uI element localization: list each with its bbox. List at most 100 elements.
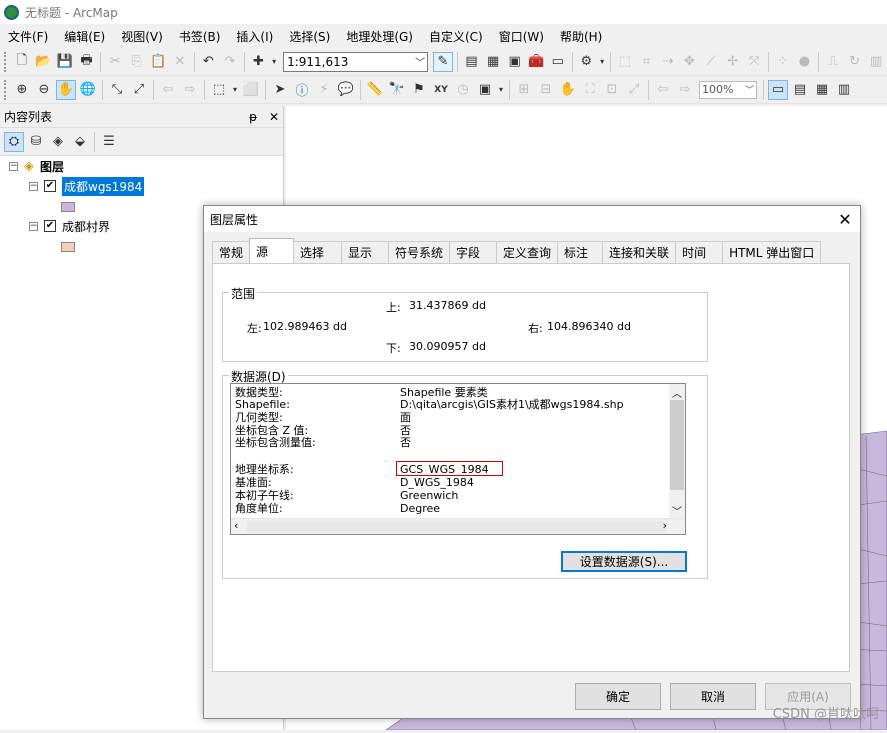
list-by-source-icon[interactable]: ⛁ (26, 132, 46, 152)
attributes-icon[interactable]: ⤧ (744, 52, 764, 72)
collapse-icon[interactable]: − (29, 221, 38, 231)
catalog-icon[interactable]: ▦ (483, 52, 503, 72)
layer-symbol-swatch[interactable] (61, 242, 75, 252)
fixed-zoom-out-icon[interactable]: ⤢ (129, 80, 149, 100)
chevron-down-icon[interactable]: ▾ (497, 80, 505, 100)
menu-bookmarks[interactable]: 书签(B) (171, 28, 229, 45)
layout-pan-icon[interactable]: ✋ (558, 80, 578, 100)
model-builder-icon[interactable]: ⚙ (577, 52, 597, 72)
list-by-visibility-icon[interactable]: ◈ (48, 132, 68, 152)
add-data-icon[interactable]: ✚ (249, 52, 269, 72)
zoom-100-icon[interactable]: ⊡ (602, 80, 622, 100)
forward-extent-icon[interactable]: ⇨ (180, 80, 200, 100)
menu-help[interactable]: 帮助(H) (552, 28, 610, 45)
sphere-icon[interactable]: ● (795, 52, 815, 72)
layer-name[interactable]: 成都村界 (62, 218, 110, 235)
chevron-down-icon[interactable]: ▾ (598, 52, 606, 72)
refresh-icon[interactable]: ↻ (845, 52, 865, 72)
options-icon[interactable]: ☰ (99, 132, 119, 152)
split-icon[interactable]: ⟋ (701, 52, 721, 72)
tab-general[interactable]: 常规 (212, 241, 251, 263)
chevron-down-icon[interactable]: ﹀ (415, 54, 425, 69)
full-extent-icon[interactable]: 🌐 (78, 80, 98, 100)
cancel-button[interactable]: 取消 (670, 683, 756, 710)
chevron-down-icon[interactable]: ▾ (231, 80, 239, 100)
tab-time[interactable]: 时间 (675, 241, 724, 263)
delete-icon[interactable]: ✕ (170, 52, 190, 72)
cut-polygon-icon[interactable]: ✥ (680, 52, 700, 72)
fixed-zoom-in-icon[interactable]: ⤡ (107, 80, 127, 100)
table-of-contents-icon[interactable]: ▤ (462, 52, 482, 72)
zoom-in-icon[interactable]: ⊕ (12, 80, 32, 100)
tree-root-layers[interactable]: − ◈ 图层 (9, 157, 64, 175)
toggle-draft-mode-icon[interactable]: ▭ (768, 79, 788, 100)
edit-tool-icon[interactable]: ⬚ (615, 52, 635, 72)
chevron-down-icon[interactable]: ﹀ (672, 503, 682, 518)
measure-icon[interactable]: 📏 (365, 80, 385, 100)
chevron-left-icon[interactable]: ‹ (234, 519, 238, 532)
create-viewer-icon[interactable]: ▣ (475, 80, 495, 100)
close-icon[interactable]: ✕ (830, 210, 860, 229)
set-data-source-button[interactable]: 设置数据源(S)... (561, 551, 687, 572)
python-window-icon[interactable]: ▭ (548, 52, 568, 72)
tab-symbology[interactable]: 符号系统 (388, 241, 451, 263)
change-layout-icon[interactable]: ▦ (812, 80, 832, 100)
menu-selection[interactable]: 选择(S) (281, 28, 338, 45)
select-features-icon[interactable]: ⬚ (209, 80, 229, 100)
rotate-icon[interactable]: ✢ (723, 52, 743, 72)
toolbar-grip[interactable] (4, 79, 8, 100)
edit-vertices-icon[interactable]: ⌗ (637, 52, 657, 72)
menu-view[interactable]: 视图(V) (113, 28, 171, 45)
tab-selection[interactable]: 选择 (293, 241, 343, 263)
scrollbar-thumb[interactable] (247, 521, 667, 532)
georef-icon[interactable]: ⎍ (823, 52, 843, 72)
layer-symbol-swatch[interactable] (61, 202, 75, 212)
layout-zoom-out-icon[interactable]: ⊟ (536, 80, 556, 100)
layer-row-chengdu-village[interactable]: − ✔ 成都村界 (29, 217, 110, 235)
ok-button[interactable]: 确定 (575, 683, 661, 710)
menu-geoprocessing[interactable]: 地理处理(G) (338, 28, 421, 45)
find-icon[interactable]: 🔭 (387, 80, 407, 100)
collapse-icon[interactable]: − (9, 161, 18, 171)
close-icon[interactable]: ✕ (269, 110, 279, 124)
tab-source[interactable]: 源 (249, 238, 295, 263)
paste-icon[interactable]: 📋 (148, 52, 168, 72)
layer-name-selected[interactable]: 成都wgs1984 (62, 176, 145, 196)
zoom-whole-page-icon[interactable]: ⛶ (580, 80, 600, 100)
identify-icon[interactable]: ⓘ (292, 80, 312, 100)
layer-visibility-checkbox[interactable]: ✔ (44, 180, 56, 192)
layout-fixed-zoom-icon[interactable]: ⤢ (624, 80, 644, 100)
tab-fields[interactable]: 字段 (449, 241, 498, 263)
layout-forward-icon[interactable]: ⇨ (675, 80, 695, 100)
list-by-drawing-order-icon[interactable]: ⛭ (4, 131, 24, 152)
collapse-icon[interactable]: − (29, 181, 38, 191)
cut-icon[interactable]: ✂ (105, 52, 125, 72)
layer-visibility-checkbox[interactable]: ✔ (44, 220, 56, 232)
select-elements-icon[interactable]: ➤ (270, 80, 290, 100)
layout-zoom-in-icon[interactable]: ⊞ (514, 80, 534, 100)
new-document-icon[interactable]: 🗋 (12, 52, 32, 72)
arctoolbox-icon[interactable]: 🧰 (526, 52, 546, 72)
scrollbar-thumb[interactable] (670, 400, 684, 490)
pin-icon[interactable]: ᵽ (249, 110, 257, 124)
save-icon[interactable]: 💾 (55, 52, 75, 72)
tab-definition-query[interactable]: 定义查询 (496, 241, 559, 263)
focus-data-frame-icon[interactable]: ▤ (790, 80, 810, 100)
undo-icon[interactable]: ↶ (199, 52, 219, 72)
map-scale-combo[interactable]: 1:911,613 ﹀ (283, 51, 429, 72)
print-icon[interactable]: 🖶 (77, 52, 97, 72)
tab-html-popup[interactable]: HTML 弹出窗口 (722, 241, 822, 263)
horizontal-scrollbar[interactable]: ‹ › (231, 518, 685, 534)
menu-edit[interactable]: 编辑(E) (56, 28, 113, 45)
layer-row-chengdu-wgs1984[interactable]: − ✔ 成都wgs1984 (29, 176, 145, 196)
layout-zoom-combo[interactable]: 100% ﹀ (699, 80, 757, 99)
toolbar-grip[interactable] (4, 51, 8, 72)
chevron-down-icon[interactable]: ﹀ (745, 83, 754, 96)
chevron-right-icon[interactable]: › (663, 519, 667, 532)
menu-file[interactable]: 文件(F) (0, 28, 56, 45)
sketch-icon[interactable]: ⁘ (773, 52, 793, 72)
tab-display[interactable]: 显示 (341, 241, 390, 263)
time-slider-icon[interactable]: ◷ (453, 80, 473, 100)
html-popup-icon[interactable]: 💬 (336, 80, 356, 100)
editor-toolbar-icon[interactable]: ✎ (433, 51, 453, 72)
